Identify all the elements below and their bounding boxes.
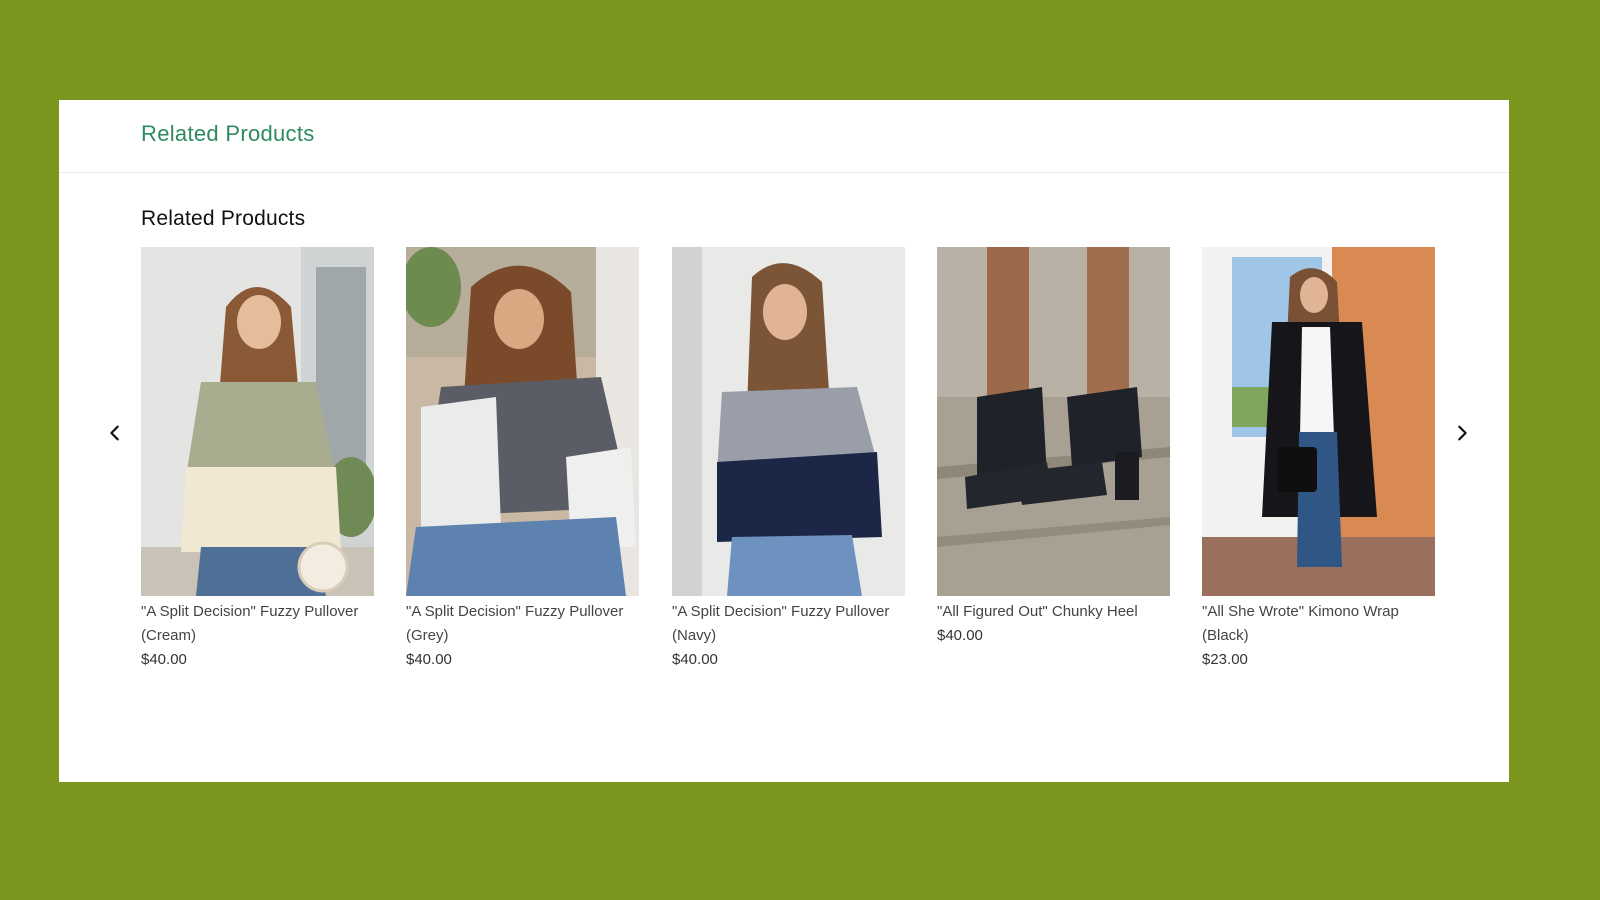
product-image[interactable] <box>406 247 639 596</box>
product-name[interactable]: "A Split Decision" Fuzzy Pullover (Cream… <box>141 600 374 648</box>
product-price: $40.00 <box>406 651 452 668</box>
chevron-left-icon <box>106 424 124 447</box>
product-price: $40.00 <box>141 651 187 668</box>
product-name[interactable]: "All She Wrote" Kimono Wrap (Black) <box>1202 600 1435 648</box>
product-name[interactable]: "All Figured Out" Chunky Heel <box>937 600 1170 624</box>
product-name[interactable]: "A Split Decision" Fuzzy Pullover (Grey) <box>406 600 639 648</box>
product-image[interactable] <box>1202 247 1435 596</box>
product-image[interactable] <box>672 247 905 596</box>
chevron-right-icon <box>1453 424 1471 447</box>
product-card: "All She Wrote" Kimono Wrap (Black) $23.… <box>1202 247 1435 672</box>
product-price: $40.00 <box>937 627 983 644</box>
product-price: $23.00 <box>1202 651 1248 668</box>
related-products-panel: Related Products Related Products "A Spl… <box>59 100 1509 782</box>
product-image[interactable] <box>937 247 1170 596</box>
product-card: "A Split Decision" Fuzzy Pullover (Navy)… <box>672 247 905 672</box>
product-card: "All Figured Out" Chunky Heel $40.00 <box>937 247 1170 648</box>
section-title: Related Products <box>141 207 306 230</box>
carousel-next-button[interactable] <box>1447 420 1477 450</box>
product-image[interactable] <box>141 247 374 596</box>
product-carousel: "A Split Decision" Fuzzy Pullover (Cream… <box>141 247 1437 687</box>
product-price: $40.00 <box>672 651 718 668</box>
carousel-prev-button[interactable] <box>100 420 130 450</box>
panel-header-title: Related Products <box>141 121 315 146</box>
product-card: "A Split Decision" Fuzzy Pullover (Cream… <box>141 247 374 672</box>
panel-header: Related Products <box>59 100 1509 173</box>
product-card: "A Split Decision" Fuzzy Pullover (Grey)… <box>406 247 639 672</box>
product-name[interactable]: "A Split Decision" Fuzzy Pullover (Navy) <box>672 600 905 648</box>
